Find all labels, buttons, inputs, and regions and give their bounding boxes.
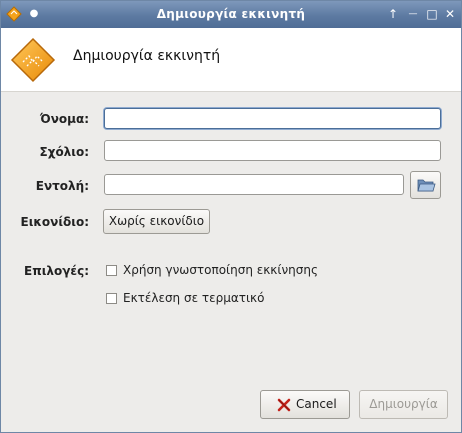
page-title: Δημιουργία εκκινητή	[73, 48, 221, 64]
startup-notification-checkbox[interactable]	[106, 265, 117, 276]
create-button[interactable]: Δημιουργία	[359, 390, 448, 419]
dialog-window: ● Δημιουργία εκκινητή ↑ — □ ✕ Δημιουργία…	[0, 0, 462, 433]
comment-label: Σχόλιο:	[39, 145, 90, 159]
name-field[interactable]	[104, 108, 441, 129]
launcher-diamond-icon	[10, 37, 56, 83]
dialog-header: Δημιουργία εκκινητή	[1, 28, 461, 92]
title-bar[interactable]: ● Δημιουργία εκκινητή ↑ — □ ✕	[1, 1, 461, 28]
command-label: Εντολή:	[35, 179, 89, 193]
command-field[interactable]	[104, 174, 404, 195]
maximize-button[interactable]: □	[424, 6, 440, 22]
no-icon-button[interactable]: Χωρίς εικονίδιο	[103, 209, 210, 234]
run-in-terminal-checkbox[interactable]	[106, 293, 117, 304]
folder-open-icon	[417, 179, 436, 192]
browse-command-button[interactable]	[410, 171, 441, 199]
cancel-x-icon	[277, 398, 291, 412]
shade-button[interactable]: ↑	[385, 6, 401, 22]
cancel-button-label: Cancel	[296, 397, 337, 411]
close-button[interactable]: ✕	[442, 6, 458, 22]
comment-field[interactable]	[104, 140, 441, 161]
run-in-terminal-label[interactable]: Εκτέλεση σε τερματικό	[123, 291, 264, 305]
options-label: Επιλογές:	[24, 264, 89, 278]
cancel-button[interactable]: Cancel	[260, 390, 350, 419]
icon-label: Εικονίδιο:	[20, 215, 89, 229]
minimize-button[interactable]: —	[405, 6, 421, 22]
name-label: Όνομα:	[40, 112, 89, 126]
startup-notification-label[interactable]: Χρήση γνωστοποίηση εκκίνησης	[123, 263, 318, 277]
